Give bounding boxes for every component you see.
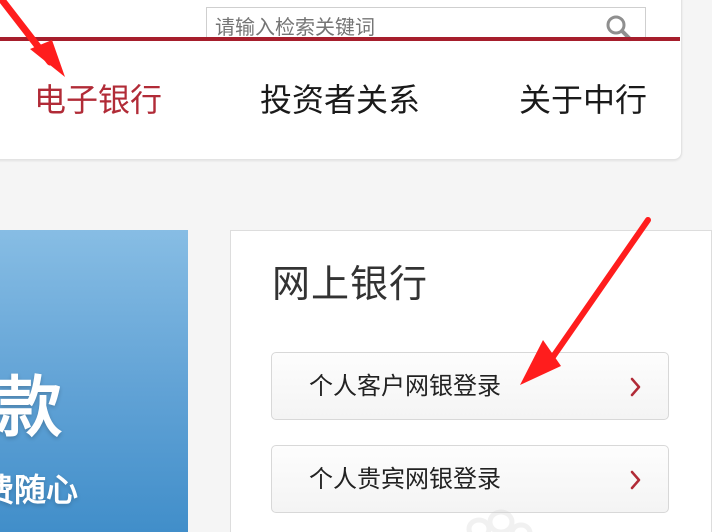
browser-page: 电子银行 投资者关系 关于中行 贷款 费随心 网上银行 个人客户网银登录 个人贵… — [0, 0, 712, 532]
chevron-right-icon — [630, 377, 641, 397]
nav-item-about-boc[interactable]: 关于中行 — [519, 74, 647, 126]
personal-online-banking-login-button[interactable]: 个人客户网银登录 — [271, 352, 669, 420]
nav-item-investor-relations[interactable]: 投资者关系 — [260, 74, 420, 126]
banner-subtitle: 费随心 — [0, 471, 79, 509]
chevron-right-icon — [630, 470, 641, 490]
nav-item-e-banking[interactable]: 电子银行 — [34, 74, 162, 126]
loan-banner[interactable]: 贷款 费随心 — [0, 230, 188, 532]
vip-online-banking-login-label: 个人贵宾网银登录 — [309, 465, 501, 493]
search-box[interactable] — [206, 7, 646, 41]
banner-title: 贷款 — [0, 369, 64, 446]
online-banking-title: 网上银行 — [272, 262, 429, 306]
paw-icon — [466, 509, 533, 532]
online-banking-panel: 网上银行 个人客户网银登录 个人贵宾网银登录 — [230, 230, 712, 532]
vip-online-banking-login-button[interactable]: 个人贵宾网银登录 — [271, 445, 669, 513]
personal-online-banking-login-label: 个人客户网银登录 — [309, 372, 501, 400]
brand-divider-line — [0, 37, 680, 41]
main-navigation: 电子银行 投资者关系 关于中行 — [0, 74, 680, 126]
